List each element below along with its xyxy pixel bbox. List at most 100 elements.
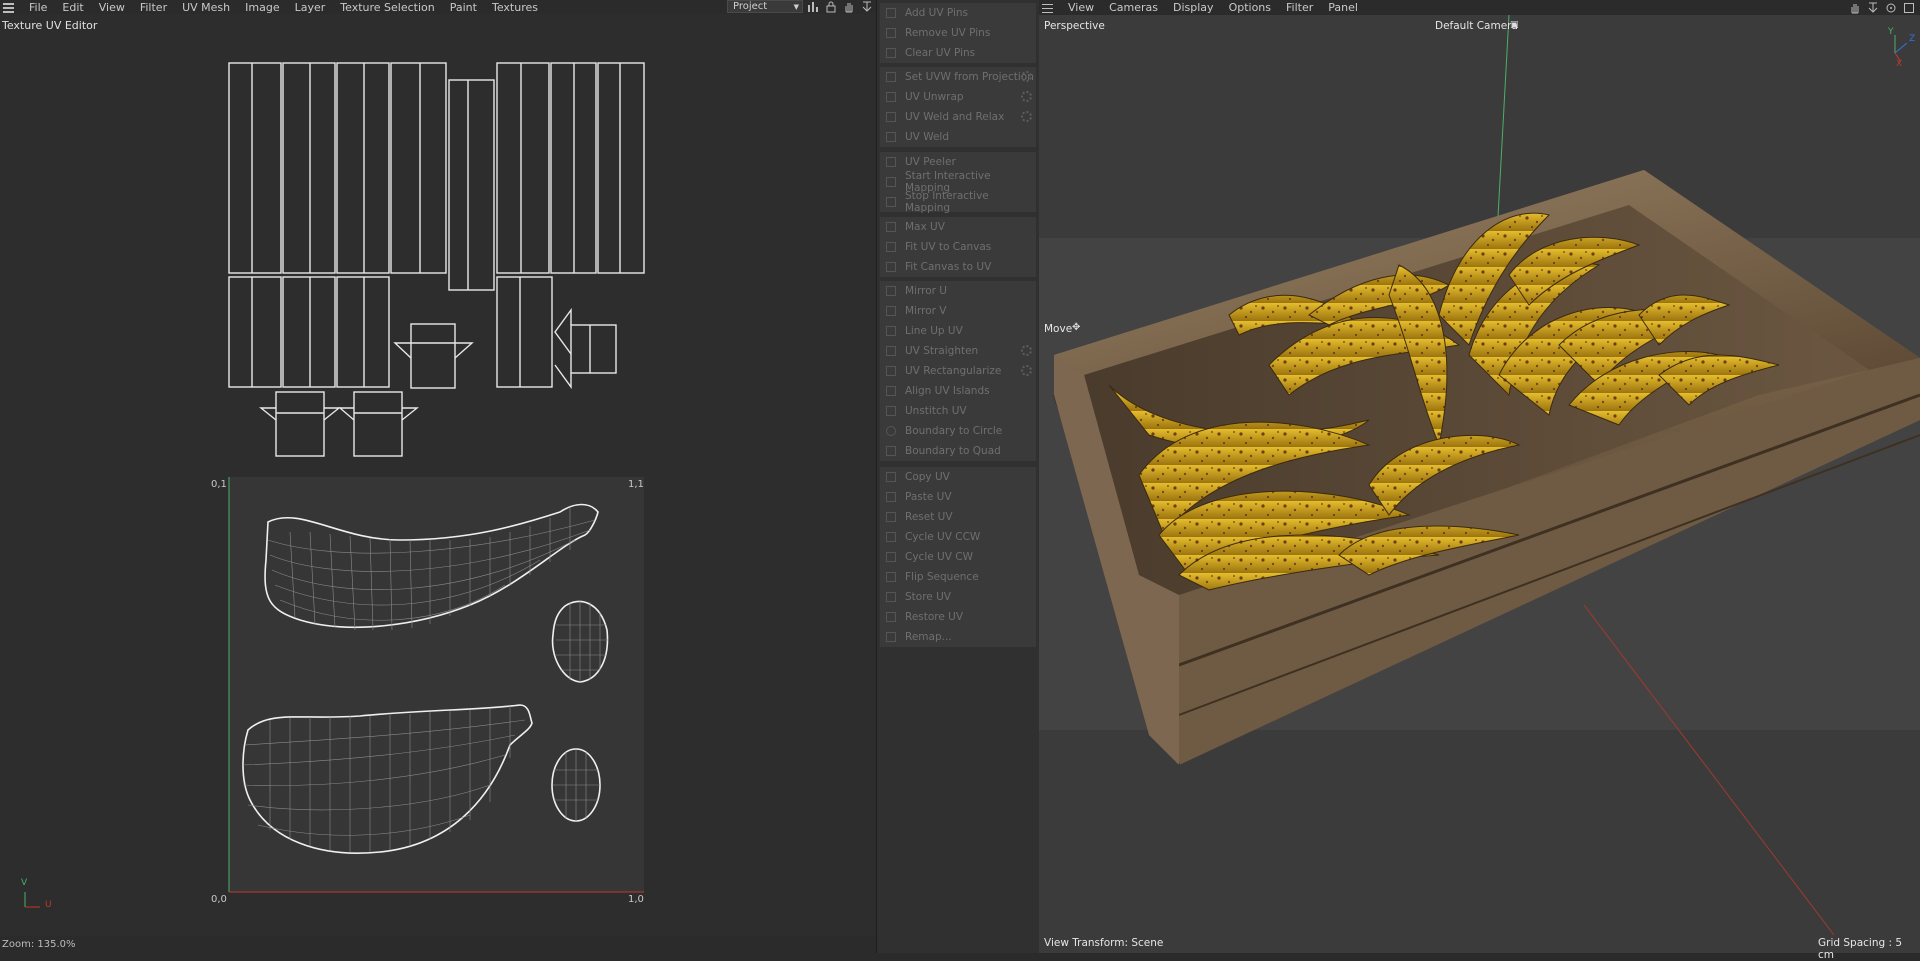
restore-uv-button[interactable]: Restore UV <box>880 607 1036 627</box>
clear-uv-pins-button[interactable]: Clear UV Pins <box>880 43 1036 63</box>
uv-rectangularize-button[interactable]: UV Rectangularize <box>880 361 1036 381</box>
project-select[interactable]: Project ▼ <box>727 0 803 13</box>
cmd-label: Mirror V <box>905 305 947 317</box>
mirror-u-icon <box>886 286 896 296</box>
view-transform-label: View Transform: Scene <box>1044 937 1164 949</box>
uv-editor-toolbar <box>806 0 874 14</box>
pan-hand-icon[interactable] <box>842 0 856 14</box>
boundary-to-circle-button[interactable]: Boundary to Circle <box>880 421 1036 441</box>
fit-group: Max UV Fit UV to Canvas Fit Canvas to UV <box>880 217 1036 277</box>
paste-uv-button[interactable]: Paste UV <box>880 487 1036 507</box>
mirror-u-button[interactable]: Mirror U <box>880 281 1036 301</box>
reset-uv-button[interactable]: Reset UV <box>880 507 1036 527</box>
menu-file[interactable]: File <box>22 1 55 14</box>
menu-uv-mesh[interactable]: UV Mesh <box>175 1 238 14</box>
remap-button[interactable]: Remap... <box>880 627 1036 647</box>
start-interactive-mapping-button[interactable]: Start Interactive Mapping <box>880 170 1036 194</box>
gear-icon[interactable] <box>1021 91 1032 102</box>
hamburger-menu-icon[interactable] <box>2 0 16 14</box>
fit-canvas-to-uv-button[interactable]: Fit Canvas to UV <box>880 257 1036 277</box>
max-uv-button[interactable]: Max UV <box>880 217 1036 237</box>
weld-relax-icon <box>886 112 896 122</box>
menu-filter[interactable]: Filter <box>133 1 175 14</box>
maximize-icon[interactable] <box>1902 1 1916 15</box>
vp-menu-display[interactable]: Display <box>1166 1 1222 14</box>
projection-icon <box>886 72 896 82</box>
vp-menu-view[interactable]: View <box>1061 1 1102 14</box>
add-uv-pins-button[interactable]: Add UV Pins <box>880 3 1036 23</box>
cmd-label: UV Unwrap <box>905 91 964 103</box>
vp-menu-cameras[interactable]: Cameras <box>1102 1 1166 14</box>
uv-commands-column: Add UV Pins Remove UV Pins Clear UV Pins… <box>876 0 1039 953</box>
vp-menu-options[interactable]: Options <box>1222 1 1279 14</box>
zoom-status: Zoom: 135.0% <box>2 939 76 950</box>
gear-icon[interactable] <box>1021 365 1032 376</box>
peeler-group: UV Peeler Start Interactive Mapping Stop… <box>880 152 1036 214</box>
crate-uv-islands <box>228 62 645 457</box>
align-uv-islands-button[interactable]: Align UV Islands <box>880 381 1036 401</box>
move-down-icon[interactable] <box>860 0 874 14</box>
cycle-uv-cw-button[interactable]: Cycle UV CW <box>880 547 1036 567</box>
boundary-to-quad-button[interactable]: Boundary to Quad <box>880 441 1036 461</box>
pan-hand-icon[interactable] <box>1848 1 1862 15</box>
orbit-icon[interactable] <box>1884 1 1898 15</box>
store-uv-button[interactable]: Store UV <box>880 587 1036 607</box>
menu-texture-selection[interactable]: Texture Selection <box>333 1 442 14</box>
store-icon <box>886 592 896 602</box>
uv-weld-and-relax-button[interactable]: UV Weld and Relax <box>880 107 1036 127</box>
corner-label-bottom-right: 1,0 <box>628 894 644 905</box>
remove-uv-pins-button[interactable]: Remove UV Pins <box>880 23 1036 43</box>
set-uvw-from-projection-button[interactable]: Set UVW from Projection <box>880 67 1036 87</box>
menu-image[interactable]: Image <box>238 1 287 14</box>
mirror-v-button[interactable]: Mirror V <box>880 301 1036 321</box>
copy-uv-button[interactable]: Copy UV <box>880 467 1036 487</box>
unstitch-uv-button[interactable]: Unstitch UV <box>880 401 1036 421</box>
cmd-label: Paste UV <box>905 491 952 503</box>
straighten-icon <box>886 346 896 356</box>
lock-icon[interactable] <box>824 0 838 14</box>
flip-sequence-button[interactable]: Flip Sequence <box>880 567 1036 587</box>
histogram-icon[interactable] <box>806 0 820 14</box>
vp-menu-panel[interactable]: Panel <box>1321 1 1366 14</box>
circle-icon <box>886 426 896 436</box>
cmd-label: Flip Sequence <box>905 571 979 583</box>
pins-group: Add UV Pins Remove UV Pins Clear UV Pins <box>880 3 1036 63</box>
cmd-label: UV Rectangularize <box>905 365 1002 377</box>
cmd-label: Cycle UV CW <box>905 551 973 563</box>
projection-label[interactable]: Perspective <box>1044 20 1105 32</box>
hamburger-menu-icon[interactable] <box>1041 1 1055 15</box>
peeler-icon <box>886 157 896 167</box>
camera-label[interactable]: Default Camera <box>1435 20 1518 32</box>
cmd-label: Store UV <box>905 591 951 603</box>
uv-straighten-button[interactable]: UV Straighten <box>880 341 1036 361</box>
corner-label-top-left: 0,1 <box>211 479 227 490</box>
cmd-label: Reset UV <box>905 511 953 523</box>
unwrap-icon <box>886 92 896 102</box>
uv-peeler-button[interactable]: UV Peeler <box>880 152 1036 172</box>
cycle-uv-ccw-button[interactable]: Cycle UV CCW <box>880 527 1036 547</box>
uv-statusbar <box>0 936 876 953</box>
corner-label-bottom-left: 0,0 <box>211 894 227 905</box>
gear-icon[interactable] <box>1021 111 1032 122</box>
viewport-menubar: View Cameras Display Options Filter Pane… <box>1039 0 1920 15</box>
uv-weld-button[interactable]: UV Weld <box>880 127 1036 147</box>
gear-icon[interactable] <box>1021 345 1032 356</box>
menu-textures[interactable]: Textures <box>485 1 546 14</box>
flip-icon <box>886 572 896 582</box>
dolly-icon[interactable] <box>1866 1 1880 15</box>
menu-view[interactable]: View <box>92 1 133 14</box>
cmd-label: Boundary to Quad <box>905 445 1001 457</box>
viewport-canvas[interactable] <box>1039 15 1920 953</box>
uv-unwrap-button[interactable]: UV Unwrap <box>880 87 1036 107</box>
gizmo-u-label: U <box>45 900 52 910</box>
fit-uv-to-canvas-button[interactable]: Fit UV to Canvas <box>880 237 1036 257</box>
menu-paint[interactable]: Paint <box>443 1 485 14</box>
vp-menu-filter[interactable]: Filter <box>1279 1 1321 14</box>
uv-canvas[interactable] <box>0 40 876 920</box>
menu-layer[interactable]: Layer <box>288 1 334 14</box>
menu-edit[interactable]: Edit <box>55 1 91 14</box>
stop-interactive-mapping-button[interactable]: Stop Interactive Mapping <box>880 190 1036 214</box>
line-up-uv-button[interactable]: Line Up UV <box>880 321 1036 341</box>
camera-icon[interactable]: ▣ <box>1510 20 1519 30</box>
gear-icon[interactable] <box>1021 71 1032 82</box>
